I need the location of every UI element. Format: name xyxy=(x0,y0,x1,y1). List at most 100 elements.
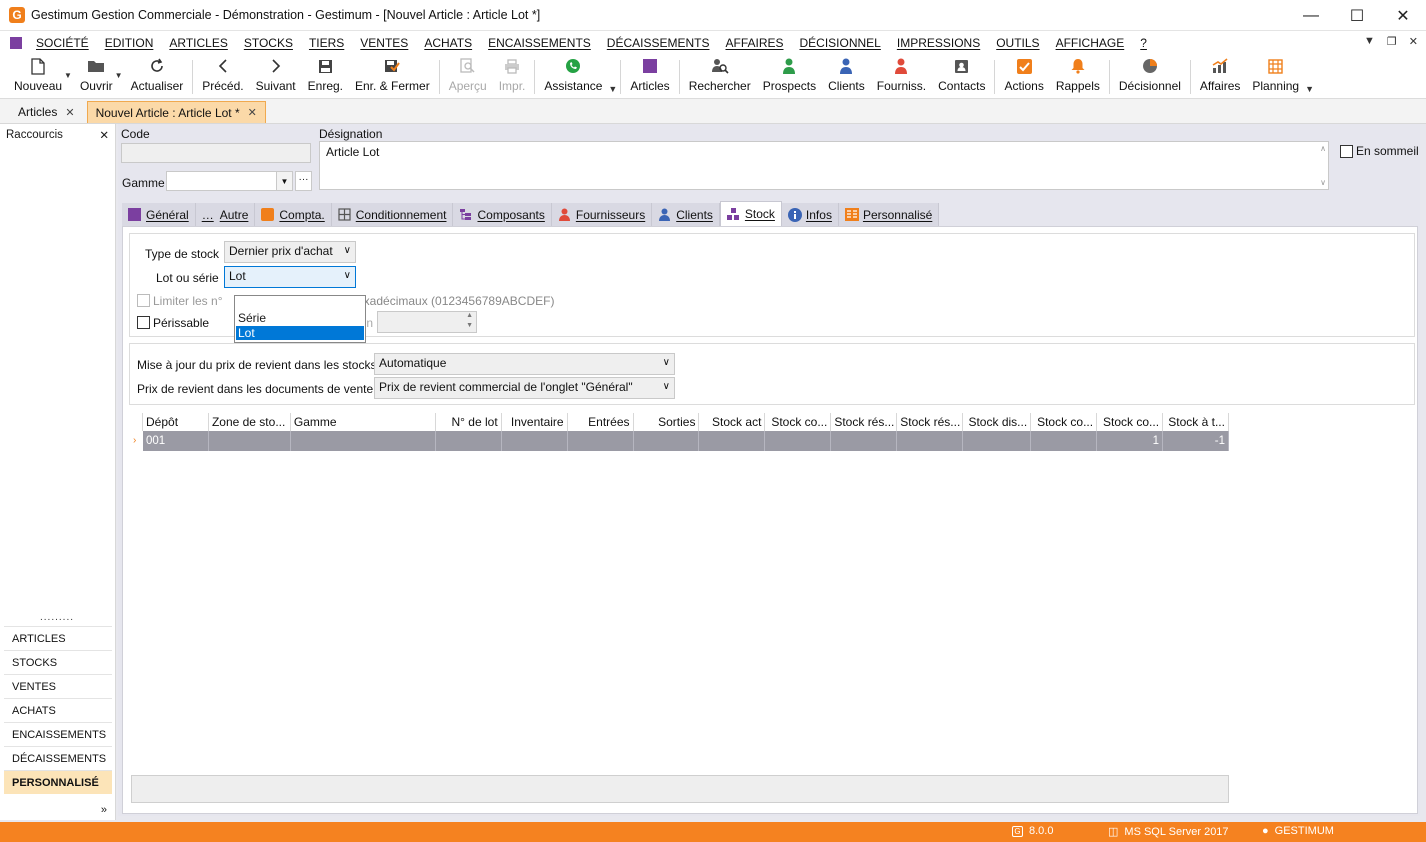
cell-stock-actuel[interactable] xyxy=(699,431,766,451)
menu-edition[interactable]: EDITION xyxy=(97,36,162,50)
shortcut-encaissements[interactable]: ENCAISSEMENTS xyxy=(4,722,112,746)
col-gamme[interactable]: Gamme xyxy=(291,413,436,431)
contacts-button[interactable]: Contacts xyxy=(932,56,991,98)
enregistrer-button[interactable]: Enreg. xyxy=(302,56,349,98)
option-lot[interactable]: Lot xyxy=(236,326,364,340)
limiter-checkbox[interactable] xyxy=(137,294,150,307)
menu-affaires[interactable]: AFFAIRES xyxy=(717,36,791,50)
menu-ventes[interactable]: VENTES xyxy=(352,36,416,50)
lot-serie-select[interactable]: Lot ∨ xyxy=(224,266,356,288)
toolbar-overflow-icon[interactable]: ▼ xyxy=(608,84,617,94)
col-stock-reserve-2[interactable]: Stock rés... xyxy=(897,413,964,431)
spin-down-icon[interactable]: ▼ xyxy=(466,322,473,329)
col-depot[interactable]: Dépôt xyxy=(143,413,209,431)
fournisseurs-button[interactable]: Fourniss. xyxy=(871,56,932,98)
prospects-button[interactable]: Prospects xyxy=(757,56,822,98)
peremption-input[interactable]: ▲ ▼ xyxy=(377,311,477,333)
cell-sorties[interactable] xyxy=(634,431,700,451)
rechercher-button[interactable]: Rechercher xyxy=(683,56,757,98)
menu-affichage[interactable]: AFFICHAGE xyxy=(1048,36,1133,50)
close-tab-icon[interactable]: ✕ xyxy=(65,106,74,119)
mdi-close-icon[interactable]: ✕ xyxy=(1409,35,1418,48)
menu-encaissements[interactable]: ENCAISSEMENTS xyxy=(480,36,599,50)
scroll-down-icon[interactable]: ∨ xyxy=(1320,178,1326,187)
col-zone-stockage[interactable]: Zone de sto... xyxy=(209,413,291,431)
cell-inventaire[interactable] xyxy=(502,431,568,451)
tab-stock[interactable]: Stock xyxy=(719,201,782,226)
col-stock-co-1[interactable]: Stock co... xyxy=(1031,413,1098,431)
cell-stock-reserve-1[interactable] xyxy=(831,431,898,451)
tab-compta[interactable]: Compta. xyxy=(255,203,332,226)
close-window-button[interactable]: ✕ xyxy=(1380,0,1426,31)
suivant-button[interactable]: Suivant xyxy=(250,56,302,98)
spin-up-icon[interactable]: ▲ xyxy=(466,312,473,319)
en-sommeil-checkbox[interactable] xyxy=(1340,145,1353,158)
menu-decisionnel[interactable]: DÉCISIONNEL xyxy=(792,36,889,50)
decisionnel-button[interactable]: Décisionnel xyxy=(1113,56,1187,98)
ouvrir-button[interactable]: Ouvrir xyxy=(74,56,119,98)
shortcut-ventes[interactable]: VENTES xyxy=(4,674,112,698)
tab-conditionnement[interactable]: Conditionnement xyxy=(331,203,454,226)
maj-prix-select[interactable]: Automatique ∨ xyxy=(374,353,675,375)
designation-input[interactable]: Article Lot ∧ ∨ xyxy=(319,141,1329,190)
cell-stock-a-terme[interactable]: -1 xyxy=(1163,431,1229,451)
assistance-button[interactable]: Assistance xyxy=(538,56,608,98)
mdi-restore-icon[interactable]: ❐ xyxy=(1387,35,1397,48)
cell-entrees[interactable] xyxy=(568,431,634,451)
col-stock-a-terme[interactable]: Stock à t... xyxy=(1163,413,1229,431)
menu-societe[interactable]: SOCIÉTÉ xyxy=(28,36,97,50)
col-stock-disponible[interactable]: Stock dis... xyxy=(963,413,1032,431)
table-row[interactable]: › 001 1 -1 xyxy=(131,431,1229,451)
tab-infos[interactable]: Infos xyxy=(781,203,839,226)
shortcut-decaissements[interactable]: DÉCAISSEMENTS xyxy=(4,746,112,770)
menu-articles[interactable]: ARTICLES xyxy=(161,36,235,50)
gamme-combo[interactable]: ▼ xyxy=(166,171,293,191)
col-entrees[interactable]: Entrées xyxy=(568,413,634,431)
close-tab-icon[interactable]: ✕ xyxy=(248,106,257,119)
chevron-down-icon[interactable]: ▼ xyxy=(276,172,292,190)
shortcut-achats[interactable]: ACHATS xyxy=(4,698,112,722)
menu-impressions[interactable]: IMPRESSIONS xyxy=(889,36,988,50)
cell-stock-co-1[interactable] xyxy=(1031,431,1098,451)
planning-button[interactable]: Planning xyxy=(1246,56,1305,98)
col-stock-actuel[interactable]: Stock act xyxy=(699,413,766,431)
prix-docs-select[interactable]: Prix de revient commercial de l'onglet "… xyxy=(374,377,675,399)
cell-stock-co-2[interactable]: 1 xyxy=(1097,431,1164,451)
shortcut-articles[interactable]: ARTICLES xyxy=(4,626,112,650)
tab-autre[interactable]: … Autre xyxy=(195,203,256,226)
actualiser-button[interactable]: Actualiser xyxy=(125,56,190,98)
panel-splitter[interactable]: ......... xyxy=(40,612,74,623)
expand-more-icon[interactable]: » xyxy=(101,804,107,816)
affaires-button[interactable]: Affaires xyxy=(1194,56,1246,98)
col-stock-co-2[interactable]: Stock co... xyxy=(1097,413,1164,431)
precedent-button[interactable]: Précéd. xyxy=(196,56,249,98)
tab-general[interactable]: Général xyxy=(122,203,196,226)
cell-stock-commande[interactable] xyxy=(765,431,832,451)
code-input[interactable] xyxy=(121,143,311,163)
toolbar-overflow-icon[interactable]: ▼ xyxy=(1305,84,1314,94)
menu-outils[interactable]: OUTILS xyxy=(988,36,1047,50)
col-inventaire[interactable]: Inventaire xyxy=(502,413,568,431)
imprimer-button[interactable]: Impr. xyxy=(493,56,532,98)
app-menu-icon[interactable] xyxy=(10,37,22,49)
nouveau-button[interactable]: Nouveau xyxy=(8,56,68,98)
actions-button[interactable]: Actions xyxy=(998,56,1049,98)
tab-articles[interactable]: Articles ✕ xyxy=(10,101,83,123)
menu-achats[interactable]: ACHATS xyxy=(416,36,480,50)
menu-tiers[interactable]: TIERS xyxy=(301,36,352,50)
cell-stock-disponible[interactable] xyxy=(963,431,1032,451)
cell-stock-reserve-2[interactable] xyxy=(897,431,964,451)
option-serie[interactable]: Série xyxy=(236,311,364,325)
cell-depot[interactable]: 001 xyxy=(143,431,209,451)
shortcut-personnalise[interactable]: PERSONNALISÉ xyxy=(4,770,112,794)
minimize-button[interactable]: — xyxy=(1288,0,1334,31)
col-numero-lot[interactable]: N° de lot xyxy=(436,413,502,431)
tab-nouvel-article[interactable]: Nouvel Article : Article Lot * ✕ xyxy=(86,101,266,123)
col-stock-reserve-1[interactable]: Stock rés... xyxy=(831,413,898,431)
enregistrer-fermer-button[interactable]: Enr. & Fermer xyxy=(349,56,436,98)
cell-lot[interactable] xyxy=(436,431,502,451)
shortcut-stocks[interactable]: STOCKS xyxy=(4,650,112,674)
col-sorties[interactable]: Sorties xyxy=(634,413,700,431)
apercu-button[interactable]: Aperçu xyxy=(443,56,493,98)
rappels-button[interactable]: Rappels xyxy=(1050,56,1106,98)
